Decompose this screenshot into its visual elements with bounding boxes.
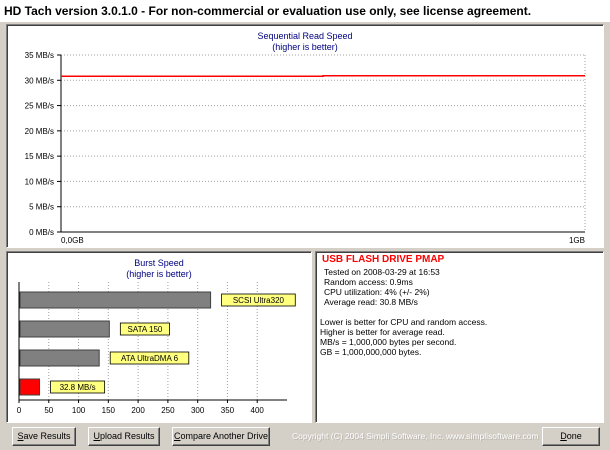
burst-bar-label: SATA 150 (128, 325, 163, 334)
seq-y-tick-label: 35 MB/s (25, 51, 54, 60)
note-gb-definition: GB = 1,000,000,000 bytes. (320, 347, 422, 357)
seq-y-tick-label: 25 MB/s (25, 102, 54, 111)
seq-chart-title: Sequential Read Speed (257, 31, 352, 41)
seq-y-tick-label: 10 MB/s (25, 177, 54, 186)
save-results-button[interactable]: Save Results (12, 427, 76, 446)
burst-x-tick-label: 350 (221, 406, 235, 415)
burst-x-tick-label: 0 (17, 406, 22, 415)
burst-x-tick-label: 400 (251, 406, 265, 415)
compare-another-drive-button[interactable]: Compare Another Drive (172, 427, 270, 446)
burst-x-tick-label: 300 (191, 406, 205, 415)
burst-chart-subtitle: (higher is better) (126, 269, 192, 279)
sequential-read-series-line (61, 74, 585, 77)
window-title: HD Tach version 3.0.1.0 - For non-commer… (0, 0, 610, 22)
random-access: Random access: 0.9ms (324, 277, 413, 287)
burst-speed-panel: Burst Speed (higher is better) SCSI Ultr… (6, 251, 312, 423)
done-label: one (566, 431, 582, 441)
note-lower-better: Lower is better for CPU and random acces… (320, 317, 488, 327)
results-info-panel: USB FLASH DRIVE PMAP Tested on 2008-03-2… (315, 251, 604, 423)
seq-y-tick-label: 30 MB/s (25, 76, 54, 85)
cpu-utilization: CPU utilization: 4% (+/- 2%) (324, 287, 430, 297)
seq-x-end-label: 1GB (569, 236, 585, 245)
burst-x-tick-label: 100 (72, 406, 86, 415)
burst-bar-label: SCSI Ultra320 (233, 296, 285, 305)
note-mbs-definition: MB/s = 1,000,000 bytes per second. (320, 337, 457, 347)
burst-x-tick-label: 50 (44, 406, 53, 415)
burst-bar (19, 378, 41, 396)
note-higher-better: Higher is better for average read. (320, 327, 445, 337)
burst-x-tick-label: 150 (102, 406, 116, 415)
burst-bar (19, 320, 110, 338)
upload-results-label: pload Results (99, 431, 155, 441)
tested-on: Tested on 2008-03-29 at 16:53 (324, 267, 440, 277)
done-button[interactable]: Done (542, 427, 600, 446)
seq-y-tick-label: 15 MB/s (25, 152, 54, 161)
seq-y-tick-label: 5 MB/s (29, 203, 54, 212)
sequential-read-panel: Sequential Read Speed (higher is better)… (6, 24, 604, 248)
save-results-label: ave Results (23, 431, 71, 441)
burst-bar (19, 349, 100, 367)
copyright-notice: Copyright (C) 2004 Simpli Software, Inc.… (292, 431, 539, 441)
average-read: Average read: 30.8 MB/s (324, 297, 418, 307)
burst-speed-chart: Burst Speed (higher is better) SCSI Ultr… (17, 258, 296, 415)
burst-x-tick-label: 250 (161, 406, 175, 415)
burst-bar-label: 32.8 MB/s (60, 383, 96, 392)
compare-label: ompare Another Drive (180, 431, 269, 441)
drive-name: USB FLASH DRIVE PMAP (322, 254, 445, 265)
seq-y-tick-label: 20 MB/s (25, 127, 54, 136)
seq-chart-subtitle: (higher is better) (272, 42, 338, 52)
seq-y-tick-label: 0 MB/s (29, 228, 54, 237)
burst-x-tick-label: 200 (131, 406, 145, 415)
burst-bar-label: ATA UltraDMA 6 (121, 354, 179, 363)
burst-chart-title: Burst Speed (134, 258, 184, 268)
burst-bar (19, 291, 212, 309)
upload-results-button[interactable]: Upload Results (88, 427, 160, 446)
sequential-read-chart: Sequential Read Speed (higher is better)… (25, 31, 586, 245)
seq-x-start-label: 0,0GB (61, 236, 84, 245)
